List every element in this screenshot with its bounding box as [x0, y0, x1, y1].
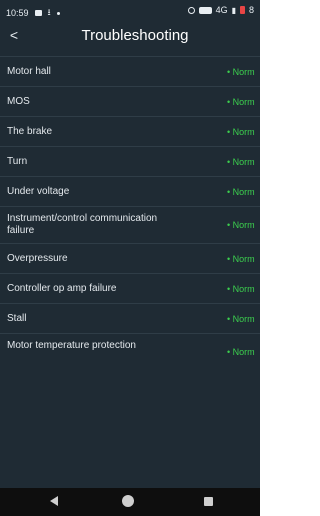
status-indicator: • Norm [227, 284, 255, 294]
status-indicator: • Norm [227, 220, 255, 230]
network-type: 4G [215, 5, 228, 15]
list-item: Stall • Norm [0, 303, 260, 333]
navigation-bar [0, 488, 260, 516]
volte-icon [198, 6, 212, 14]
nav-recents-icon[interactable] [204, 497, 213, 506]
nav-home-icon[interactable] [122, 495, 134, 507]
battery-level: 8 [248, 5, 254, 15]
row-label: Overpressure [7, 253, 68, 264]
list-item: Turn • Norm [0, 146, 260, 176]
battery-icon [239, 6, 245, 14]
status-time: 10:59 [6, 8, 29, 18]
nav-back-icon[interactable] [50, 496, 58, 506]
status-indicator: • Norm [227, 127, 255, 137]
header: < Troubleshooting [0, 20, 260, 50]
diagnostic-list: Motor hall • Norm MOS • Norm The brake •… [0, 56, 260, 370]
row-label: The brake [7, 126, 53, 137]
download-notification-icon: ⭳ [47, 7, 51, 17]
status-bar: 10:59 ⭳ 4G ▮ 8 [0, 0, 260, 20]
gallery-notification-icon [34, 10, 42, 16]
row-label: MOS [7, 96, 30, 107]
row-label: Instrument/control communication failure [7, 213, 158, 236]
status-right: 4G ▮ 8 [187, 5, 254, 15]
status-indicator: • Norm [227, 347, 255, 357]
row-label: Motor temperature protection [7, 340, 136, 351]
list-item: Instrument/control communication failure… [0, 206, 260, 243]
phone-screen: 10:59 ⭳ 4G ▮ 8 < Troubleshooting Motor h… [0, 0, 260, 516]
row-label: Controller op amp failure [7, 283, 117, 294]
list-item: Overpressure • Norm [0, 243, 260, 273]
status-left: 10:59 ⭳ [6, 5, 60, 21]
list-item: Motor hall • Norm [0, 56, 260, 86]
status-indicator: • Norm [227, 157, 255, 167]
list-item: MOS • Norm [0, 86, 260, 116]
list-item: The brake • Norm [0, 116, 260, 146]
status-indicator: • Norm [227, 254, 255, 264]
row-label: Turn [7, 156, 28, 167]
do-not-disturb-icon [187, 6, 195, 14]
status-indicator: • Norm [227, 67, 255, 77]
status-indicator: • Norm [227, 314, 255, 324]
page-title: Troubleshooting [81, 27, 189, 44]
row-label: Under voltage [7, 186, 70, 197]
row-label: Motor hall [7, 66, 51, 77]
status-indicator: • Norm [227, 187, 255, 197]
signal-icon: ▮ [231, 5, 236, 15]
list-item: Controller op amp failure • Norm [0, 273, 260, 303]
status-indicator: • Norm [227, 97, 255, 107]
list-item: Under voltage • Norm [0, 176, 260, 206]
list-item: Motor temperature protection • Norm [0, 333, 260, 370]
more-notifications-icon [56, 11, 60, 15]
row-label: Stall [7, 313, 27, 324]
